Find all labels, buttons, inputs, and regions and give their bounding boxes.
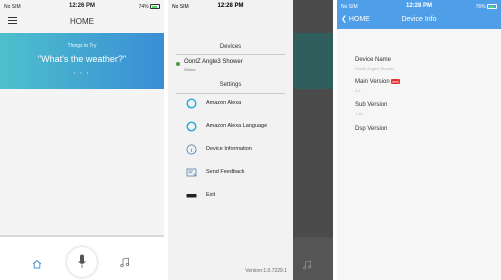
menu-item-label: Amazon Alexa [206, 100, 242, 106]
home-tab-icon[interactable] [32, 256, 42, 274]
sub-version-label: Sub Version [355, 102, 388, 108]
home-screen: No SIM 12:26 PM 74% HOME Things to Try "… [0, 0, 164, 280]
carousel-dots[interactable]: • • • [0, 70, 164, 75]
app-header: HOME [0, 12, 164, 32]
svg-text:i: i [191, 147, 193, 154]
things-to-try-banner[interactable]: Things to Try "What's the weather?" • • … [0, 33, 164, 89]
battery-icon [487, 4, 497, 10]
battery-indicator: 74% [139, 4, 160, 10]
menu-item-label: Device Information [206, 146, 252, 152]
music-tab-icon[interactable] [119, 255, 130, 273]
version-label: Version:1.0.7229.1 [245, 268, 287, 274]
page-title: Device Info [401, 16, 437, 23]
feedback-icon [186, 168, 197, 177]
divider [176, 54, 285, 55]
status-time: 12:28 PM [217, 3, 244, 9]
device-name: OontZ Angle3 Shower [184, 59, 243, 65]
device-info-screen: No SIM 12:28 PM 76% ❮ HOME Device Info D… [337, 0, 501, 280]
menu-item-exit[interactable]: Exit [168, 188, 293, 204]
menu-item-alexa-language[interactable]: Amazon Alexa Language [168, 119, 293, 135]
menu-item-send-feedback[interactable]: Send Feedback [168, 165, 293, 181]
page-title: HOME [70, 17, 94, 26]
dsp-version-label: Dsp Version [355, 126, 388, 132]
menu-item-amazon-alexa[interactable]: Amazon Alexa [168, 96, 293, 112]
banner-subtitle: Things to Try [67, 43, 97, 49]
tab-bar [0, 237, 164, 280]
device-name-value: OontZ Angle3 Shower [355, 66, 395, 71]
navigation-drawer: No SIM 12:28 PM Devices OontZ Angle3 Sho… [168, 0, 293, 280]
microphone-button[interactable] [67, 247, 97, 277]
menu-item-label: Amazon Alexa Language [206, 123, 268, 129]
menu-item-label: Exit [206, 192, 216, 198]
menu-item-label: Send Feedback [206, 169, 245, 175]
info-icon: i [186, 144, 197, 155]
device-status: Online [184, 67, 196, 72]
devices-heading: Devices [219, 44, 242, 50]
alexa-ring-icon [186, 121, 197, 132]
divider [176, 93, 285, 94]
settings-heading: Settings [219, 82, 242, 88]
sub-version-value: 1.10 [355, 111, 363, 116]
nav-bar: No SIM 12:28 PM 76% ❮ HOME Device Info [337, 0, 501, 29]
battery-icon [150, 4, 160, 10]
battery-indicator: 76% [476, 4, 497, 10]
menu-screen: No SIM 12:28 PM Devices OontZ Angle3 Sho… [168, 0, 333, 280]
new-badge[interactable]: new [390, 79, 401, 84]
main-version-label: Main Version new [355, 79, 401, 85]
menu-item-device-information[interactable]: i Device Information [168, 142, 293, 158]
alexa-ring-icon [186, 98, 197, 109]
banner-quote: "What's the weather?" [37, 54, 127, 64]
status-bar: No SIM 12:26 PM 74% [0, 0, 164, 12]
online-status-icon [176, 62, 180, 66]
exit-icon [186, 194, 197, 198]
device-name-label: Device Name [355, 57, 392, 63]
battery-percent: 76% [475, 4, 486, 10]
main-version-text: Main Version [355, 79, 390, 85]
music-tab-icon [302, 257, 312, 275]
battery-percent: 74% [138, 4, 149, 10]
main-version-value: 4.4 [355, 88, 361, 93]
microphone-icon [78, 254, 86, 268]
